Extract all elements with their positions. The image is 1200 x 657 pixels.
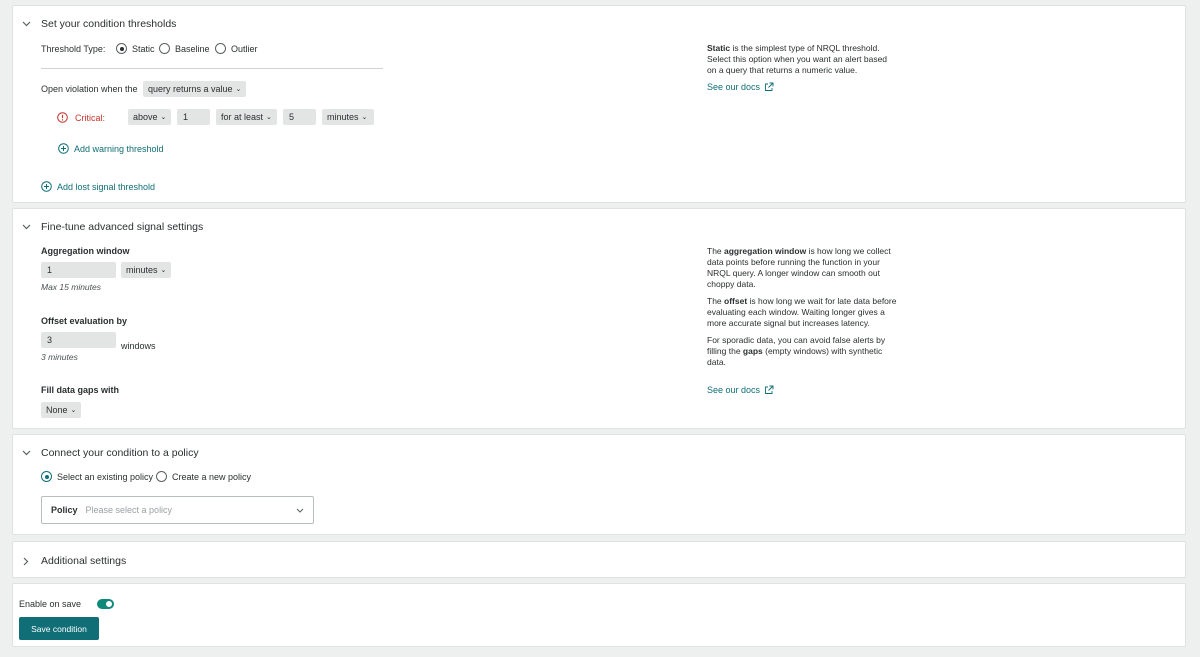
offset-hint: 3 minutes (41, 352, 78, 362)
aggregation-unit-dropdown[interactable]: minutes ⌄ (121, 262, 172, 278)
radio-label: Select an existing policy (57, 471, 154, 482)
radio-icon (159, 43, 170, 54)
offset-evaluation-input[interactable]: 3 (41, 332, 116, 348)
policy-placeholder: Please select a policy (85, 505, 173, 515)
link-label: See our docs (707, 385, 761, 395)
help-bold: offset (724, 296, 748, 306)
radio-icon (41, 471, 52, 482)
enable-on-save-toggle[interactable] (97, 599, 114, 609)
dropdown-value: query returns a value (148, 84, 233, 94)
duration-value-input[interactable]: 5 (283, 109, 316, 125)
radio-label: Outlier (231, 43, 258, 54)
threshold-help-text: Static is the simplest type of NRQL thre… (707, 43, 897, 82)
aggregation-window-input[interactable]: 1 (41, 262, 116, 278)
chevron-down-icon: ⌄ (160, 267, 167, 274)
fill-data-gaps-dropdown[interactable]: None ⌄ (41, 402, 82, 418)
link-label: Add lost signal threshold (57, 181, 156, 192)
critical-alert-icon (57, 112, 68, 123)
plus-circle-icon (58, 143, 69, 154)
dropdown-value: None (46, 405, 68, 415)
signal-docs-link[interactable]: See our docs (707, 385, 774, 395)
chevron-down-icon: ⌄ (70, 407, 77, 414)
help-text: The (707, 296, 725, 306)
aggregation-window-label: Aggregation window (41, 246, 130, 256)
enable-on-save-label: Enable on save (19, 599, 82, 609)
radio-icon (215, 43, 226, 54)
chevron-down-icon (296, 508, 304, 513)
threshold-type-static-radio[interactable]: Static (116, 43, 155, 54)
chevron-down-icon (21, 448, 31, 458)
offset-unit-label: windows (121, 341, 156, 351)
threshold-type-outlier-radio[interactable]: Outlier (215, 43, 258, 54)
policy-section: Connect your condition to a policy Selec… (12, 434, 1186, 535)
radio-label: Static (132, 43, 155, 54)
duration-unit-dropdown[interactable]: minutes ⌄ (322, 109, 374, 125)
signal-settings-section-title: Fine-tune advanced signal settings (41, 221, 204, 233)
chevron-down-icon: ⌄ (361, 114, 368, 121)
signal-settings-section-header[interactable]: Fine-tune advanced signal settings (21, 219, 203, 235)
chevron-down-icon: ⌄ (160, 114, 167, 121)
threshold-docs-link[interactable]: See our docs (707, 82, 774, 92)
radio-label: Baseline (175, 43, 210, 54)
aggregation-hint: Max 15 minutes (41, 282, 101, 292)
radio-icon (116, 43, 127, 54)
thresholds-section-header[interactable]: Set your condition thresholds (21, 16, 176, 32)
dropdown-value: minutes (126, 265, 158, 275)
select-existing-policy-radio[interactable]: Select an existing policy (41, 471, 153, 482)
dropdown-value: above (133, 112, 158, 122)
open-violation-label: Open violation when the (41, 84, 138, 94)
operator-dropdown[interactable]: above ⌄ (128, 109, 172, 125)
divider (41, 68, 383, 69)
policy-field-label: Policy (51, 505, 78, 515)
external-link-icon (764, 82, 774, 92)
chevron-down-icon: ⌄ (235, 86, 242, 93)
additional-settings-section: Additional settings (12, 541, 1186, 578)
save-condition-button[interactable]: Save condition (19, 617, 99, 640)
plus-circle-icon (41, 181, 52, 192)
help-bold: aggregation window (724, 246, 807, 256)
dropdown-value: minutes (327, 112, 359, 122)
dropdown-value: for at least (221, 112, 264, 122)
fill-data-gaps-label: Fill data gaps with (41, 385, 120, 395)
create-new-policy-radio[interactable]: Create a new policy (156, 471, 251, 482)
policy-section-title: Connect your condition to a policy (41, 447, 199, 459)
link-label: See our docs (707, 82, 761, 92)
help-bold: Static (707, 43, 731, 53)
chevron-down-icon: ⌄ (266, 114, 272, 121)
threshold-type-label: Threshold Type: (41, 44, 106, 54)
help-bold: gaps (742, 346, 763, 356)
critical-label: Critical: (75, 113, 106, 123)
footer-section: Enable on save Save condition (12, 583, 1186, 647)
add-warning-threshold-link[interactable]: Add warning threshold (58, 143, 164, 154)
policy-select[interactable]: Policy Please select a policy (41, 496, 314, 524)
signal-settings-section: Fine-tune advanced signal settings Aggre… (12, 208, 1186, 429)
external-link-icon (764, 385, 774, 395)
link-label: Add warning threshold (74, 143, 164, 154)
chevron-right-icon (21, 556, 31, 566)
add-lost-signal-threshold-link[interactable]: Add lost signal threshold (41, 181, 155, 192)
threshold-type-baseline-radio[interactable]: Baseline (159, 43, 210, 54)
offset-evaluation-label: Offset evaluation by (41, 316, 128, 326)
policy-section-header[interactable]: Connect your condition to a policy (21, 445, 199, 461)
chevron-down-icon (21, 222, 31, 232)
open-violation-dropdown[interactable]: query returns a value ⌄ (143, 81, 247, 97)
thresholds-section-title: Set your condition thresholds (41, 18, 177, 30)
radio-label: Create a new policy (172, 471, 252, 482)
additional-settings-section-header[interactable]: Additional settings (21, 553, 126, 569)
help-text: The (707, 246, 725, 256)
occurrence-dropdown[interactable]: for at least ⌄ (216, 109, 277, 125)
help-text: is the simplest type of NRQL threshold. … (707, 43, 888, 75)
additional-settings-title: Additional settings (41, 555, 127, 567)
chevron-down-icon (21, 19, 31, 29)
threshold-value-input[interactable]: 1 (177, 109, 210, 125)
thresholds-section: Set your condition thresholds Threshold … (12, 5, 1186, 203)
signal-help-text: The aggregation window is how long we co… (707, 246, 897, 374)
radio-icon (156, 471, 167, 482)
